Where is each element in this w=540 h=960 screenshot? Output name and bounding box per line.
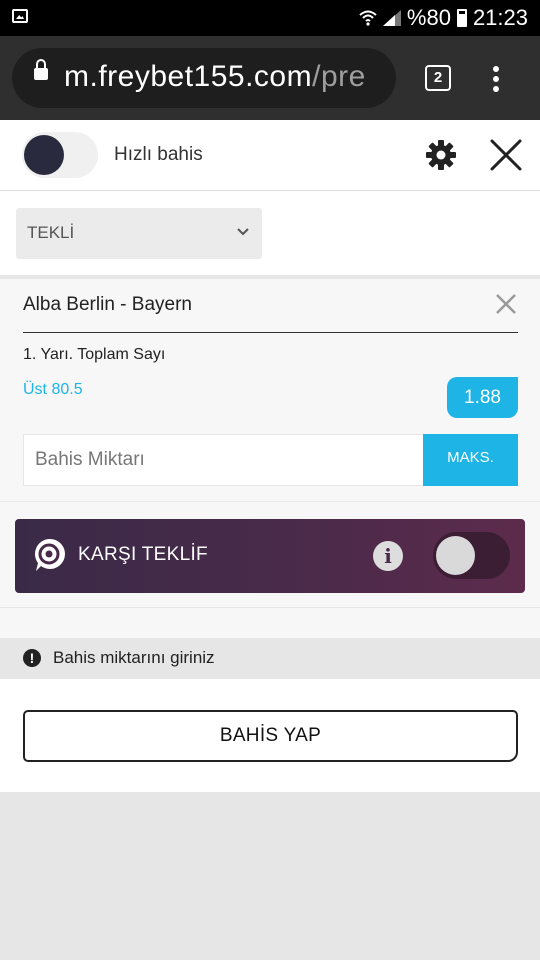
counter-offer-toggle-knob[interactable] [436,536,475,575]
battery-icon [456,9,467,27]
bet-selection-card: Alba Berlin - Bayern 1. Yarı. Toplam Say… [0,279,540,501]
alert-icon: ! [23,649,41,667]
counter-offer-label: KARŞI TEKLİF [78,544,208,565]
warning-text: Bahis miktarını giriniz [53,648,215,667]
card-divider [23,332,518,333]
selection-name: Üst 80.5 [23,381,83,398]
remove-selection-icon[interactable] [495,293,517,315]
counter-offer-toggle[interactable] [433,532,510,579]
match-title: Alba Berlin - Bayern [23,294,192,315]
status-bar: %80 21:23 [0,0,540,36]
counter-offer-section: KARŞI TEKLİF i [0,501,540,607]
betslip-header: Hızlı bahis [0,120,540,191]
bet-type-select[interactable]: TEKLİ [16,208,262,259]
bet-type-section: TEKLİ [0,191,540,275]
action-section: BAHİS YAP [0,679,540,792]
chevron-down-icon [237,228,249,236]
bet-type-value: TEKLİ [27,223,75,242]
stake-input[interactable] [23,434,423,486]
status-icons: %80 21:23 [359,5,528,31]
signal-icon [382,10,401,26]
battery-percent: %80 [406,5,451,30]
image-icon [12,9,28,23]
spacer [0,607,540,639]
url-host: m.freybet155.com [64,60,313,93]
place-bet-button[interactable]: BAHİS YAP [23,710,518,762]
close-icon[interactable] [489,138,523,172]
info-icon[interactable]: i [373,541,403,571]
address-bar[interactable]: m.freybet155.com/pre [12,48,396,108]
max-stake-button[interactable]: MAKS. [423,434,518,486]
overflow-menu-icon[interactable] [493,66,499,92]
warning-bar: ! Bahis miktarını giriniz [0,638,540,679]
url-text[interactable]: m.freybet155.com/pre [64,60,366,94]
quick-bet-toggle-knob[interactable] [24,135,64,175]
lock-icon [34,59,48,80]
tab-switcher-button[interactable]: 2 [425,65,451,91]
odds-badge: 1.88 [447,377,518,418]
market-name: 1. Yarı. Toplam Sayı [23,346,166,363]
clock: 21:23 [472,5,528,30]
quick-bet-label: Hızlı bahis [114,144,203,165]
url-path: /pre [312,60,366,93]
counter-offer-banner: KARŞI TEKLİF i [15,519,525,593]
browser-toolbar: m.freybet155.com/pre 2 [0,36,540,120]
gear-icon[interactable] [425,139,457,171]
empty-area [0,792,540,960]
wifi-icon [359,10,377,26]
counter-offer-icon [34,538,65,571]
